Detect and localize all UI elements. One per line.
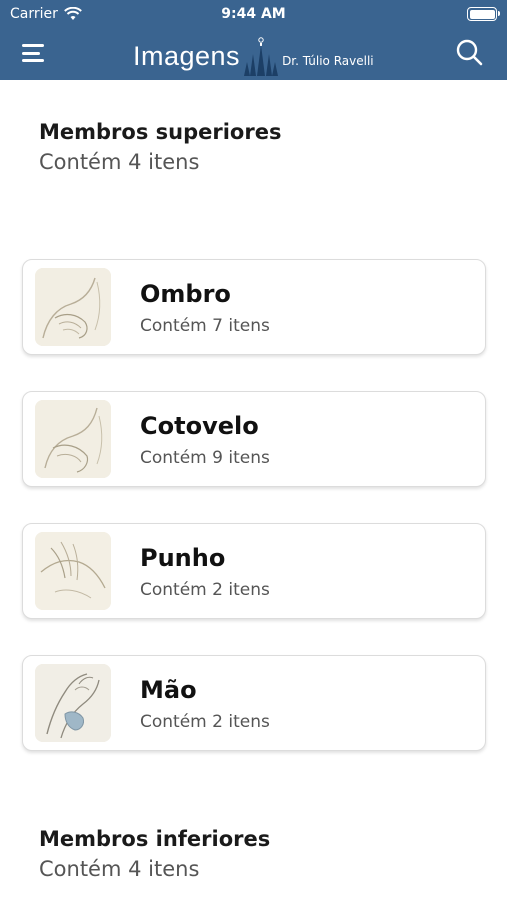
section-subtitle: Contém 4 itens (39, 150, 200, 174)
hamburger-menu-icon[interactable] (22, 44, 44, 62)
item-title: Punho (140, 544, 226, 572)
thumbnail-image (35, 532, 111, 610)
item-count: Contém 2 itens (140, 580, 270, 600)
thumbnail-image (35, 268, 111, 346)
item-count: Contém 7 itens (140, 316, 270, 336)
brand-logo-group: Imagens Dr. Túlio Ravelli (133, 36, 374, 76)
page-title: Imagens (133, 41, 241, 71)
nav-bar: Imagens Dr. Túlio Ravelli (0, 28, 507, 80)
status-bar: Carrier 9:44 AM (0, 0, 507, 28)
cathedral-logo-icon (244, 37, 279, 76)
item-title: Cotovelo (140, 412, 259, 440)
list-item-ombro[interactable]: Ombro Contém 7 itens (22, 259, 486, 355)
thumbnail-image (35, 664, 111, 742)
search-icon[interactable] (455, 38, 483, 66)
list-item-cotovelo[interactable]: Cotovelo Contém 9 itens (22, 391, 486, 487)
item-title: Mão (140, 676, 197, 704)
section-header-upper: Membros superiores Contém 4 itens (39, 120, 281, 174)
list-item-mao[interactable]: Mão Contém 2 itens (22, 655, 486, 751)
list-item-punho[interactable]: Punho Contém 2 itens (22, 523, 486, 619)
thumbnail-image (35, 400, 111, 478)
item-count: Contém 9 itens (140, 448, 270, 468)
item-title: Ombro (140, 280, 231, 308)
status-time: 9:44 AM (221, 6, 286, 22)
section-title: Membros inferiores (39, 827, 271, 851)
item-count: Contém 2 itens (140, 712, 270, 732)
brand-subtitle: Dr. Túlio Ravelli (282, 54, 374, 68)
section-subtitle: Contém 4 itens (39, 857, 200, 881)
battery-icon (467, 7, 500, 21)
section-header-lower: Membros inferiores Contém 4 itens (39, 827, 270, 881)
section-title: Membros superiores (39, 120, 282, 144)
app-header: Carrier 9:44 AM Imagens Dr. Túlio Ravell… (0, 0, 507, 80)
